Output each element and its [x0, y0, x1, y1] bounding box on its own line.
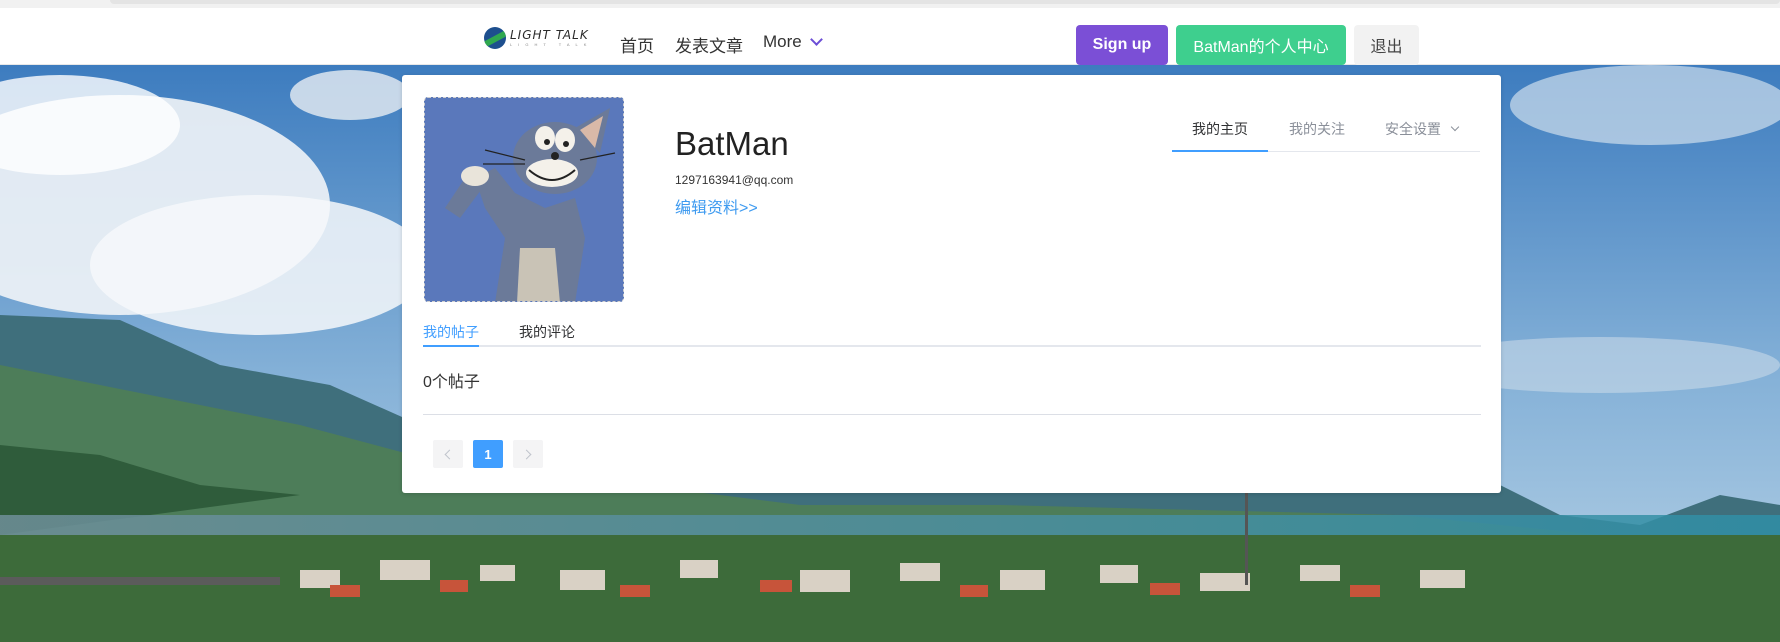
profile-email: 1297163941@qq.com	[675, 173, 794, 187]
active-tab-indicator	[423, 345, 479, 347]
next-page-button[interactable]	[513, 440, 543, 468]
logo-title: LIGHT TALK	[510, 28, 589, 42]
chevron-right-icon	[521, 449, 532, 459]
pagination: 1	[433, 440, 543, 468]
tab-my-homepage[interactable]: 我的主页	[1192, 119, 1248, 139]
chevron-left-icon	[444, 449, 455, 459]
prev-page-button[interactable]	[433, 440, 463, 468]
nav-more-dropdown[interactable]: More	[763, 32, 823, 52]
chevron-down-icon	[1450, 122, 1460, 132]
profile-username: BatMan	[675, 125, 789, 162]
profile-menu-tabs: 我的主页 我的关注 安全设置	[1172, 103, 1480, 152]
top-navbar: LIGHT TALK LIGHT TALK 首页 发表文章 More Sign …	[0, 8, 1780, 65]
tab-security-settings[interactable]: 安全设置	[1385, 119, 1460, 139]
browser-top-strip	[0, 0, 1780, 8]
nav-publish-link[interactable]: 发表文章	[675, 32, 743, 57]
post-count-text: 0个帖子	[423, 374, 480, 391]
chevron-down-icon	[809, 33, 823, 46]
tab-security-settings-label: 安全设置	[1385, 121, 1441, 137]
content-tabs: 我的帖子 我的评论	[423, 310, 1481, 347]
logout-button[interactable]: 退出	[1354, 25, 1419, 65]
tab-my-posts[interactable]: 我的帖子	[423, 322, 479, 342]
page-number-button[interactable]: 1	[473, 440, 503, 468]
edit-profile-link[interactable]: 编辑资料>>	[675, 194, 758, 218]
nav-home-link[interactable]: 首页	[620, 32, 654, 57]
user-center-button[interactable]: BatMan的个人中心	[1176, 25, 1346, 65]
active-tab-indicator	[1172, 150, 1268, 152]
tab-my-follows[interactable]: 我的关注	[1289, 119, 1345, 139]
site-logo[interactable]: LIGHT TALK LIGHT TALK	[484, 24, 592, 52]
logo-subtitle: LIGHT TALK	[510, 42, 593, 47]
nav-more-label: More	[763, 32, 802, 51]
divider	[423, 414, 1481, 415]
logo-mark-icon	[484, 27, 506, 49]
profile-card: BatMan 1297163941@qq.com 编辑资料>> 我的主页 我的关…	[402, 75, 1501, 493]
avatar	[424, 97, 624, 302]
cartoon-cat-avatar-image	[425, 98, 623, 301]
tab-my-comments[interactable]: 我的评论	[519, 322, 575, 342]
signup-button[interactable]: Sign up	[1076, 25, 1168, 65]
